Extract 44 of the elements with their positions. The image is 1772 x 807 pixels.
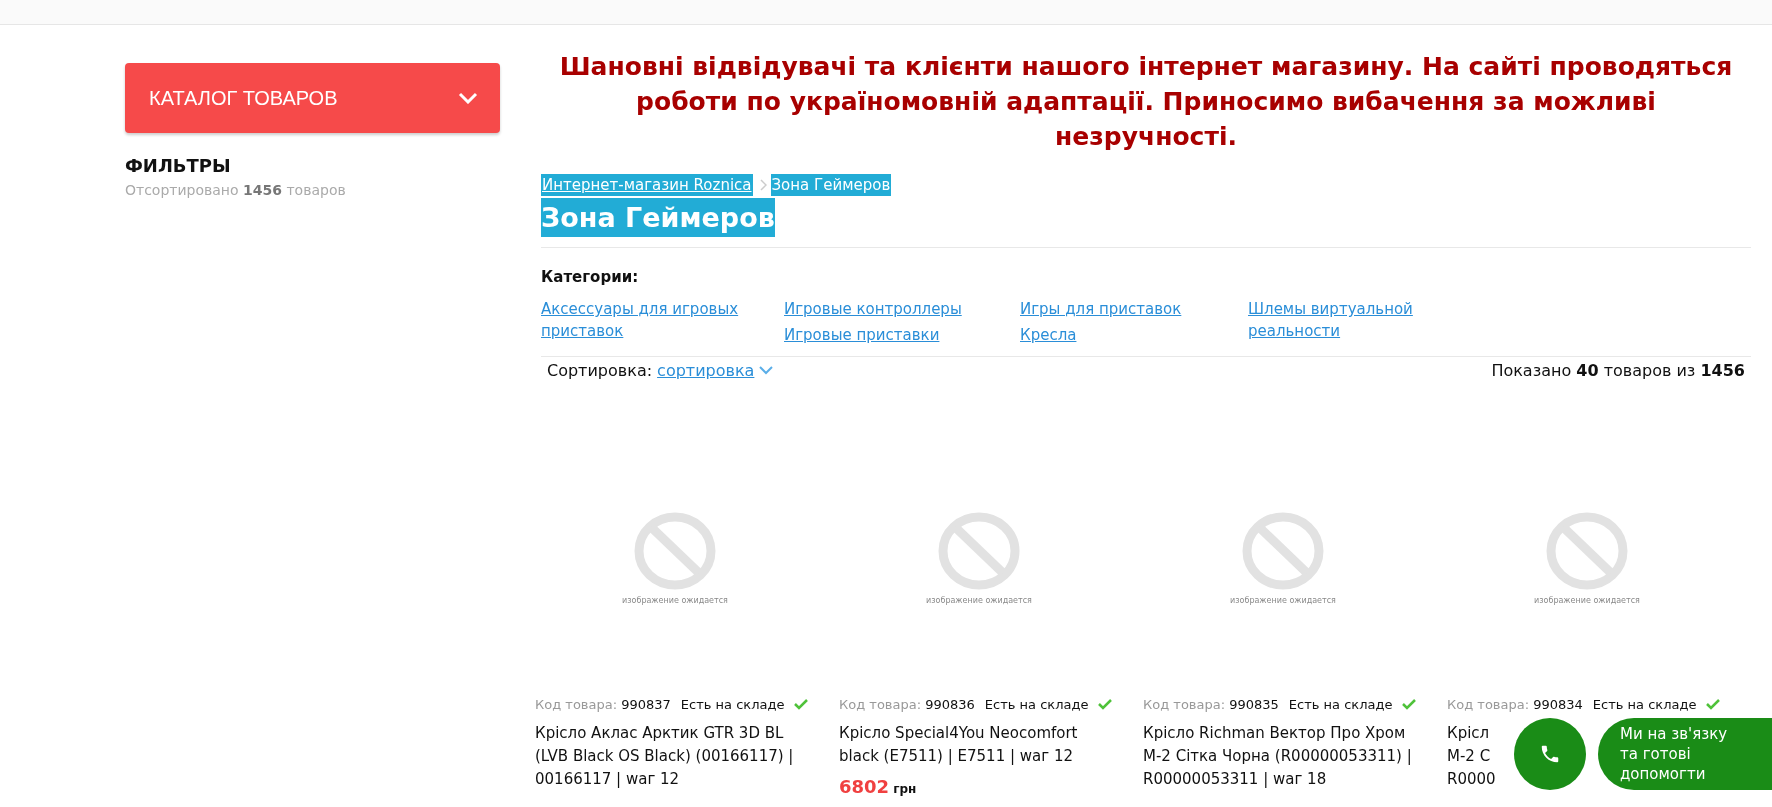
contact-message[interactable]: Ми на зв'язку та готові допомогти [1598, 718, 1772, 790]
product-title[interactable]: Крісло Аклас Арктик GTR 3D BL (LVB Black OS Black) (00166117) | 00166117 | waг 12 [535, 722, 794, 791]
product-code: Код товара: 990836 [839, 697, 975, 712]
breadcrumb-current: Зона Геймеров [770, 174, 892, 196]
sorted-count-text: Отсортировано 1456 товаров [125, 182, 347, 198]
category-link[interactable]: Игровые контроллеры [784, 298, 1020, 320]
category-link[interactable]: Игры для приставок [1020, 298, 1248, 320]
product-title[interactable]: Крісло Special4You Neocomfort black (E7511) | E7511 | waг 12 [839, 722, 1078, 768]
stock-status: Есть на складе [1288, 697, 1393, 712]
shown-count-text: Показано 40 товаров из 1456 [1491, 361, 1745, 380]
chevron-right-icon [759, 179, 767, 191]
no-image-icon [1242, 512, 1324, 590]
product-code: Код товара: 990835 [1143, 697, 1279, 712]
catalog-button[interactable]: КАТАЛОГ ТОВАРОВ [125, 63, 500, 133]
stock-status: Есть на складе [1592, 697, 1697, 712]
page-title: Зона Геймеров [541, 198, 775, 237]
image-caption: изображение ожидается [622, 596, 728, 605]
categories-label: Категории: [541, 268, 640, 286]
filters-title: ФИЛЬТРЫ [125, 155, 232, 176]
category-link[interactable]: Шлемы виртуальной реальности [1248, 298, 1448, 342]
sort-dropdown[interactable]: сортировка [657, 361, 755, 380]
breadcrumb-link[interactable]: Интернет-магазин Roznica [541, 174, 756, 196]
no-image-icon [634, 512, 716, 590]
sort-label: Сортировка: [547, 361, 653, 380]
chevron-down-icon [458, 92, 478, 104]
notice-text: Шановні відвідувачі та клієнти нашого інтернет магазину. На сайті проводяться роботи по україномовній адаптації. Приносимо вибачення за можливі незручності. [558, 51, 1734, 153]
phone-icon [1539, 743, 1561, 765]
product-title[interactable]: Крісло Richman Вектор Про Хром M-2 Сітка Чорна (R00000053311) | R00000053311 | waг 18 [1143, 722, 1412, 791]
category-link[interactable]: Игровые приставки [784, 324, 1020, 346]
image-caption: изображение ожидается [926, 596, 1032, 605]
no-image-icon [938, 512, 1020, 590]
no-image-icon [1546, 512, 1628, 590]
product-code: Код товара: 990837 [535, 697, 671, 712]
image-caption: изображение ожидается [1534, 596, 1640, 605]
product-title[interactable]: Крісл M-2 C R0000 [1447, 722, 1496, 791]
price-currency: грн [893, 782, 917, 796]
chevron-down-icon [759, 366, 774, 375]
category-link[interactable]: Аксессуары для игровых приставок [541, 298, 784, 342]
category-link[interactable]: Кресла [1020, 324, 1248, 346]
stock-status: Есть на складе [984, 697, 1089, 712]
image-caption: изображение ожидается [1230, 596, 1336, 605]
product-code: Код товара: 990834 [1447, 697, 1583, 712]
product-price: 6802 [839, 776, 890, 797]
stock-status: Есть на складе [680, 697, 785, 712]
